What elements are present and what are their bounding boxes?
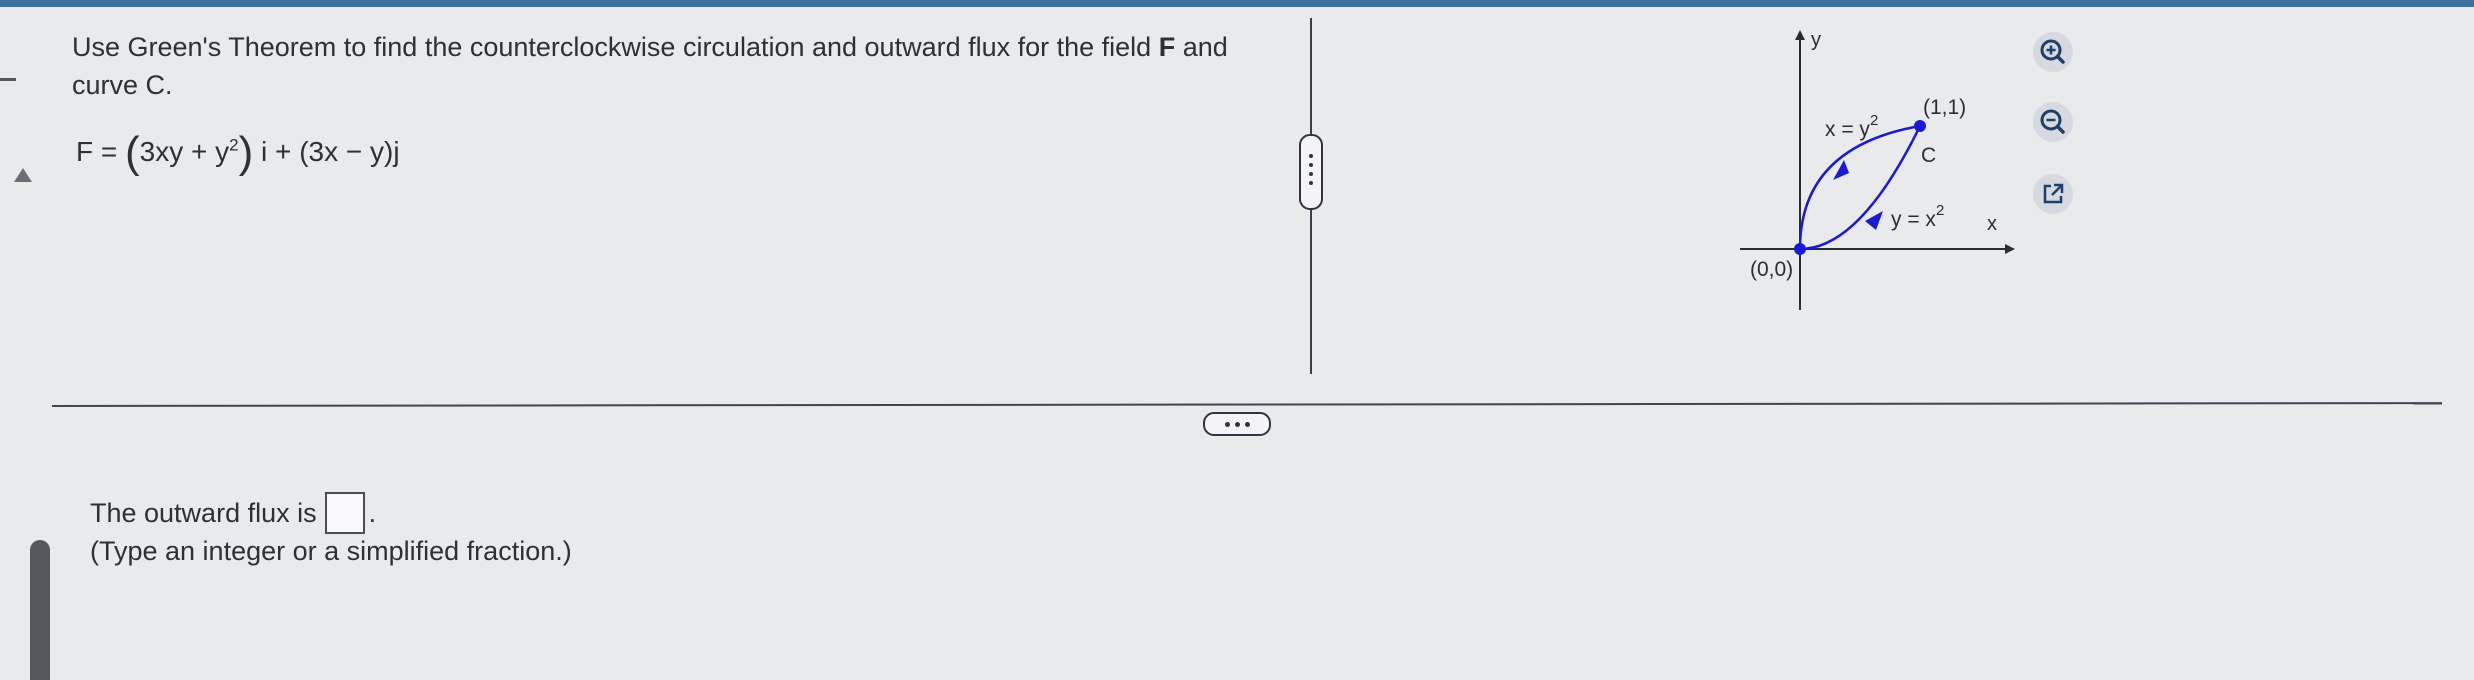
answer-hint: (Type an integer or a simplified fractio… xyxy=(90,536,572,566)
question-text-before: Use Green's Theorem to find the counterc… xyxy=(72,32,1159,62)
upper-curve-label: x = y2 xyxy=(1825,112,1878,141)
zoom-out-icon xyxy=(2033,102,2073,142)
point-one-one xyxy=(1914,120,1926,132)
vertical-splitter-handle[interactable] xyxy=(1299,134,1323,210)
collapse-dash-icon[interactable] xyxy=(0,78,16,81)
field-symbol: F xyxy=(1158,32,1176,62)
zoom-in-icon xyxy=(2033,32,2073,72)
popout-button[interactable] xyxy=(2030,171,2076,217)
question-text: Use Green's Theorem to find the counterc… xyxy=(72,28,1272,104)
formula-exponent: 2 xyxy=(229,135,239,155)
direction-arrow-lower xyxy=(1865,211,1883,230)
lower-curve-label-exp: 2 xyxy=(1936,202,1944,219)
curve-c-label: C xyxy=(1921,144,1936,167)
zoom-in-button[interactable] xyxy=(2030,29,2076,75)
lower-curve-label: y = x2 xyxy=(1891,202,1944,231)
left-scrollbar[interactable] xyxy=(30,540,50,680)
horizontal-splitter-handle[interactable] xyxy=(1203,412,1271,436)
formula-term-a: 3xy + y xyxy=(139,136,230,167)
formula-close-paren: ) xyxy=(238,128,254,177)
formula-open-paren: ( xyxy=(125,128,140,177)
answer-suffix: . xyxy=(368,497,377,528)
y-axis-label: y xyxy=(1811,29,1821,51)
origin-label: (0,0) xyxy=(1750,258,1793,281)
answer-prompt: The outward flux is xyxy=(90,497,317,528)
triangle-up-icon[interactable] xyxy=(14,168,32,182)
lower-curve-label-base: y = x xyxy=(1891,208,1936,231)
formula-i-part: i + (3x − y)j xyxy=(253,136,400,167)
formula-lhs: F = xyxy=(76,136,118,167)
upper-curve-label-exp: 2 xyxy=(1870,112,1878,129)
x-axis-label: x xyxy=(1987,213,1997,235)
point-origin xyxy=(1794,243,1806,255)
app-window: Use Green's Theorem to find the counterc… xyxy=(0,0,2474,680)
external-link-icon xyxy=(2033,174,2073,214)
upper-curve-label-base: x = y xyxy=(1825,118,1870,141)
horizontal-splitter[interactable] xyxy=(51,402,2442,407)
point-top-label: (1,1) xyxy=(1923,96,1966,119)
answer-row: The outward flux is . xyxy=(90,492,376,534)
top-accent-bar xyxy=(0,0,2474,7)
flux-answer-input[interactable] xyxy=(324,492,365,534)
region-graph: y x x = y2 y = x2 (1,1) C (0,0) xyxy=(1740,29,2015,310)
zoom-out-button[interactable] xyxy=(2030,99,2076,145)
vector-field-formula: F = (3xy + y2) i + (3x − y)j xyxy=(76,128,400,178)
